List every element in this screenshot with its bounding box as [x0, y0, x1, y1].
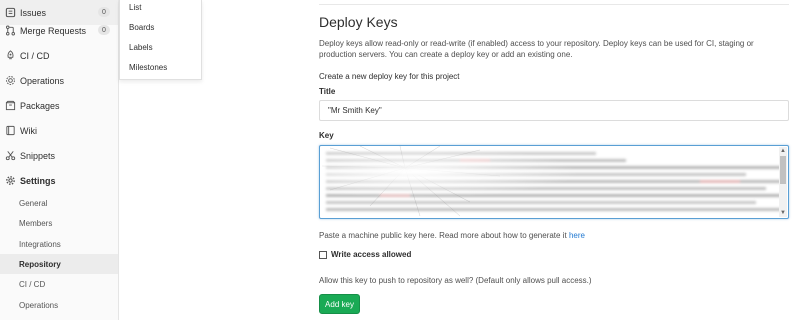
- generate-key-help-link[interactable]: here: [569, 231, 585, 240]
- sidebar-item-label: Packages: [20, 100, 60, 111]
- write-access-label: Write access allowed: [331, 250, 412, 259]
- redacted-key-content: [320, 146, 788, 218]
- sidebar: Issues 0 Merge Requests 0 CI / CD Operat…: [0, 0, 119, 320]
- issues-flyout-menu: List Boards Labels Milestones: [119, 0, 202, 80]
- cloud-gear-icon: [5, 75, 16, 86]
- flyout-item-boards[interactable]: Boards: [120, 17, 201, 37]
- sidebar-item-label: Operations: [20, 75, 65, 86]
- settings-subitem-operations[interactable]: Operations: [0, 295, 118, 315]
- section-divider: [319, 4, 789, 5]
- scroll-up-arrow-icon[interactable]: ▲: [779, 147, 787, 155]
- scissors-icon: [5, 150, 16, 161]
- settings-subitem-integrations[interactable]: Integrations: [0, 234, 118, 254]
- section-description: Deploy keys allow read-only or read-writ…: [319, 39, 754, 59]
- title-input-value: "Mr Smith Key": [328, 106, 382, 115]
- merge-request-icon: [5, 25, 16, 36]
- sidebar-item-label: Snippets: [20, 150, 56, 161]
- settings-subitem-members[interactable]: Members: [0, 213, 118, 233]
- sidebar-item-wiki[interactable]: Wiki: [0, 118, 118, 143]
- settings-subitem-ci-cd[interactable]: CI / CD: [0, 274, 118, 294]
- issues-count-badge: 0: [98, 7, 110, 17]
- key-textarea-scrollbar[interactable]: ▲ ▼: [779, 147, 787, 217]
- flyout-item-labels[interactable]: Labels: [120, 37, 201, 57]
- title-input[interactable]: "Mr Smith Key": [319, 100, 789, 121]
- book-icon: [5, 125, 16, 136]
- merge-requests-count-badge: 0: [98, 25, 110, 35]
- key-hint-text: Paste a machine public key here. Read mo…: [319, 231, 567, 240]
- write-access-help: Allow this key to push to repository as …: [319, 276, 592, 285]
- sidebar-item-settings[interactable]: Settings: [0, 168, 118, 193]
- rocket-icon: [5, 50, 16, 61]
- sidebar-item-label: Wiki: [20, 125, 37, 136]
- sidebar-item-ci-cd[interactable]: CI / CD: [0, 43, 118, 68]
- package-icon: [5, 100, 16, 111]
- title-label: Title: [319, 87, 336, 96]
- issues-icon: [5, 7, 16, 18]
- sidebar-item-label: Issues: [20, 7, 47, 18]
- add-key-button[interactable]: Add key: [319, 294, 360, 314]
- sidebar-item-merge-requests[interactable]: Merge Requests 0: [0, 18, 118, 43]
- sidebar-item-label: Merge Requests: [20, 25, 87, 36]
- key-label: Key: [319, 131, 334, 140]
- create-key-heading: Create a new deploy key for this project: [319, 72, 460, 81]
- settings-subitem-repository[interactable]: Repository: [0, 254, 118, 274]
- key-hint: Paste a machine public key here. Read mo…: [319, 231, 585, 240]
- flyout-item-list[interactable]: List: [120, 0, 201, 17]
- sidebar-item-operations[interactable]: Operations: [0, 68, 118, 93]
- settings-subitem-general[interactable]: General: [0, 193, 118, 213]
- gear-icon: [5, 175, 16, 186]
- sidebar-item-label: CI / CD: [20, 50, 50, 61]
- write-access-row[interactable]: Write access allowed: [319, 250, 411, 259]
- write-access-checkbox[interactable]: [319, 250, 327, 259]
- flyout-item-milestones[interactable]: Milestones: [120, 57, 201, 77]
- sidebar-item-label: Settings: [20, 175, 56, 186]
- scroll-thumb[interactable]: [780, 156, 786, 184]
- sidebar-item-snippets[interactable]: Snippets: [0, 143, 118, 168]
- scroll-down-arrow-icon[interactable]: ▼: [779, 209, 787, 217]
- page-title: Deploy Keys: [319, 14, 398, 30]
- sidebar-item-packages[interactable]: Packages: [0, 93, 118, 118]
- key-textarea[interactable]: ▲ ▼: [319, 145, 789, 219]
